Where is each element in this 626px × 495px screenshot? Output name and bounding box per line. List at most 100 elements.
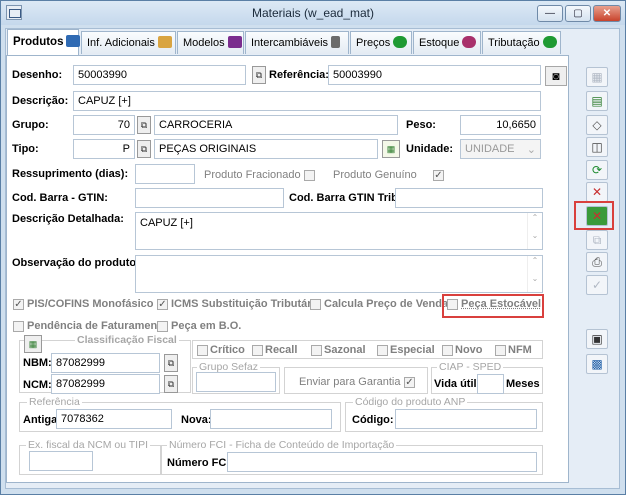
- peca-bo-checkbox[interactable]: [157, 321, 168, 332]
- unidade-select[interactable]: UNIDADE ⌄: [460, 139, 541, 159]
- peso-field[interactable]: 10,6650: [460, 115, 541, 135]
- codigo-anp-field[interactable]: [395, 409, 537, 429]
- tab-precos[interactable]: Preços: [350, 31, 412, 54]
- grupo-label: Grupo:: [12, 119, 49, 131]
- descricao-detalhada-label: Descrição Detalhada:: [12, 213, 124, 225]
- observacao-textarea[interactable]: ⌃ ⌄: [135, 255, 543, 293]
- table-add-icon[interactable]: ▦: [382, 140, 400, 158]
- refresh-icon[interactable]: ⟳: [586, 160, 608, 180]
- tipo-label: Tipo:: [12, 143, 39, 155]
- meses-label: Meses: [506, 378, 540, 390]
- codigo-anp-label: Código:: [352, 414, 394, 426]
- desenho-lookup-button[interactable]: ⧉: [252, 66, 266, 84]
- eraser-icon[interactable]: ◇: [586, 115, 608, 135]
- especial-checkbox[interactable]: [377, 345, 388, 356]
- nova-label: Nova:: [181, 414, 212, 426]
- window-title: Materiais (w_ead_mat): [251, 6, 375, 20]
- critico-label: Crítico: [210, 344, 245, 356]
- referencia-group-title: Referência: [27, 396, 82, 408]
- recall-checkbox[interactable]: [252, 345, 263, 356]
- tipo-name-field[interactable]: PEÇAS ORIGINAIS: [154, 139, 378, 159]
- tab-inf-adicionais[interactable]: Inf. Adicionais: [81, 31, 176, 54]
- pis-cofins-checkbox[interactable]: ✓: [13, 299, 24, 310]
- check-icon[interactable]: ✓: [586, 275, 608, 295]
- referencia-field[interactable]: 50003990: [328, 65, 541, 85]
- car-icon: [227, 36, 242, 48]
- desenho-label: Desenho:: [12, 69, 63, 81]
- cod-barra-trib-field[interactable]: [395, 188, 543, 208]
- icms-st-checkbox[interactable]: ✓: [157, 299, 168, 310]
- numero-fci-field[interactable]: [227, 452, 537, 472]
- peso-label: Peso:: [406, 119, 436, 131]
- table-add-icon[interactable]: ▤: [586, 91, 608, 111]
- ncm-lookup-button[interactable]: ⧉: [164, 375, 178, 393]
- antiga-field[interactable]: 7078362: [56, 409, 172, 429]
- calcula-preco-checkbox[interactable]: [310, 299, 321, 310]
- sazonal-label: Sazonal: [324, 344, 366, 356]
- stock-icon: [462, 36, 477, 48]
- calculator-icon[interactable]: ▩: [586, 354, 608, 374]
- cod-barra-trib-label: Cod. Barra GTIN Trib:: [289, 192, 402, 204]
- produto-fracionado-checkbox[interactable]: [304, 170, 315, 181]
- pis-cofins-label: PIS/COFINS Monofásico: [27, 298, 154, 310]
- especial-label: Especial: [390, 344, 435, 356]
- tab-intercambiaveis[interactable]: Intercambiáveis: [245, 31, 349, 54]
- nbm-label: NBM:: [23, 357, 52, 369]
- textarea-scrollbar[interactable]: ⌃ ⌄: [527, 256, 542, 292]
- tipo-lookup-button[interactable]: ⧉: [137, 140, 151, 158]
- critico-checkbox[interactable]: [197, 345, 208, 356]
- delete-icon[interactable]: ✕: [586, 182, 608, 202]
- pendencia-checkbox[interactable]: [13, 321, 24, 332]
- grupo-lookup-button[interactable]: ⧉: [137, 116, 151, 134]
- close-button[interactable]: ✕: [593, 5, 621, 22]
- textarea-scrollbar[interactable]: ⌃ ⌄: [527, 213, 542, 249]
- desenho-field[interactable]: 50003990: [73, 65, 246, 85]
- produto-genuino-checkbox[interactable]: ✓: [433, 170, 444, 181]
- vida-util-field[interactable]: [477, 374, 504, 394]
- novo-checkbox[interactable]: [442, 345, 453, 356]
- descricao-field[interactable]: CAPUZ [+]: [73, 91, 541, 111]
- table-icon[interactable]: ▦: [24, 335, 42, 353]
- highlight-peca-estocavel: [442, 294, 544, 318]
- tipo-code-field[interactable]: P: [73, 139, 135, 159]
- tab-tributacao[interactable]: Tributação: [482, 31, 561, 54]
- cod-barra-label: Cod. Barra - GTIN:: [12, 192, 108, 204]
- copy-icon[interactable]: ⧉: [586, 230, 608, 250]
- tab-estoque[interactable]: Estoque: [413, 31, 481, 54]
- descricao-label: Descrição:: [12, 95, 69, 107]
- minimize-button[interactable]: —: [537, 5, 563, 22]
- print-icon[interactable]: ⎙: [586, 252, 608, 272]
- pendencia-label: Pendência de Faturamento: [27, 320, 168, 332]
- ressuprimento-label: Ressuprimento (dias):: [12, 168, 129, 180]
- highlight-cancel-button: [574, 201, 614, 230]
- grupo-sefaz-field[interactable]: [196, 372, 276, 392]
- recall-label: Recall: [265, 344, 298, 356]
- descricao-detalhada-textarea[interactable]: CAPUZ [+] ⌃ ⌄: [135, 212, 543, 250]
- icms-st-label: ICMS Substituição Tributária: [171, 298, 321, 310]
- ressuprimento-field[interactable]: [135, 164, 195, 184]
- tab-produtos[interactable]: Produtos: [7, 29, 81, 55]
- numero-fci-label: Número FCI:: [167, 457, 233, 469]
- ex-fiscal-field[interactable]: [29, 451, 93, 471]
- produto-genuino-label: Produto Genuíno: [333, 169, 417, 181]
- grid-icon[interactable]: ▦: [586, 67, 608, 87]
- enviar-garantia-checkbox[interactable]: ✓: [404, 377, 415, 388]
- tab-modelos[interactable]: Modelos: [177, 31, 244, 54]
- save-icon[interactable]: ▣: [586, 329, 608, 349]
- calcula-preco-label: Calcula Preço de Venda: [324, 298, 449, 310]
- ncm-field[interactable]: 87082999: [51, 374, 160, 394]
- anp-group-title: Código do produto ANP: [353, 396, 468, 408]
- print-preview-icon[interactable]: ◫: [586, 137, 608, 157]
- nbm-lookup-button[interactable]: ⧉: [164, 354, 178, 372]
- sazonal-checkbox[interactable]: [311, 345, 322, 356]
- maximize-button[interactable]: ▢: [565, 5, 591, 22]
- ncm-label: NCM:: [23, 379, 52, 391]
- grupo-name-field[interactable]: CARROCERIA: [154, 115, 398, 135]
- nbm-field[interactable]: 87082999: [51, 353, 160, 373]
- cod-barra-field[interactable]: [135, 188, 284, 208]
- parts-icon: [331, 36, 341, 48]
- nfm-checkbox[interactable]: [495, 345, 506, 356]
- camera-icon[interactable]: ◙: [545, 66, 567, 86]
- nova-field[interactable]: [210, 409, 332, 429]
- grupo-code-field[interactable]: 70: [73, 115, 135, 135]
